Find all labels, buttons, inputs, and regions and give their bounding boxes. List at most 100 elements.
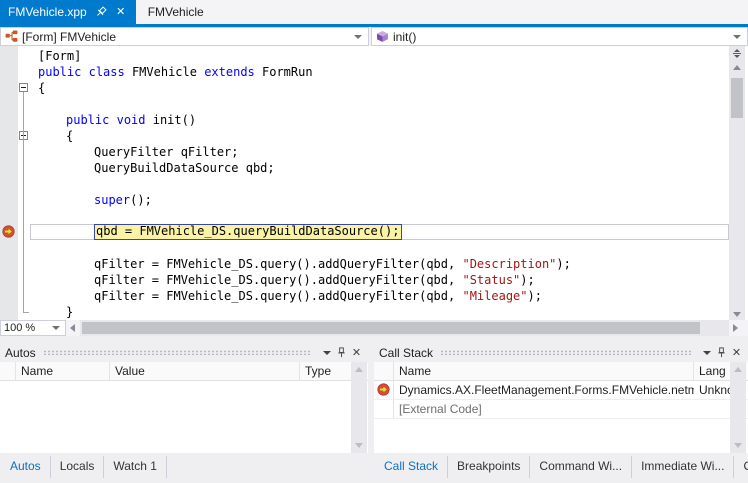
code-line[interactable]: {: [30, 80, 729, 96]
code-line[interactable]: [30, 208, 729, 224]
code-line[interactable]: super();: [30, 192, 729, 208]
code-line[interactable]: qFilter = FMVehicle_DS.query().addQueryF…: [30, 288, 729, 304]
close-icon[interactable]: ✕: [349, 345, 364, 360]
autos-column-name[interactable]: Name: [16, 362, 110, 380]
editor-vertical-scrollbar[interactable]: [729, 60, 745, 320]
doc-tab-fmvehicle-xpp[interactable]: FMVehicle.xpp ✕: [0, 0, 136, 24]
right-tool-tab-strip: Call StackBreakpointsCommand Wi...Immedi…: [374, 456, 748, 478]
code-line[interactable]: QueryBuildDataSource qbd;: [30, 160, 729, 176]
callstack-panel: Call Stack ✕ Name Lang: [374, 343, 748, 453]
tool-tab-call-stack[interactable]: Call Stack: [374, 456, 448, 478]
scroll-down-icon[interactable]: [355, 443, 363, 448]
pin-icon[interactable]: [714, 345, 729, 360]
code-line[interactable]: [30, 96, 729, 112]
autos-column-type[interactable]: Type: [300, 362, 351, 380]
chevron-down-icon[interactable]: [733, 35, 741, 39]
tool-tab-command-wi[interactable]: Command Wi...: [530, 456, 632, 478]
callstack-row-current[interactable]: Dynamics.AX.FleetManagement.Forms.FMVehi…: [374, 381, 748, 400]
autos-scrollbar[interactable]: [351, 362, 367, 453]
autos-icon-column: [0, 362, 16, 380]
horizontal-scroll-thumb[interactable]: [82, 322, 700, 334]
callstack-row-external[interactable]: [External Code]: [374, 400, 748, 419]
scroll-left-icon[interactable]: [70, 324, 75, 332]
close-icon[interactable]: ✕: [729, 345, 744, 360]
window-menu-icon[interactable]: [699, 345, 714, 360]
pin-icon[interactable]: [95, 6, 108, 19]
code-line[interactable]: QueryFilter qFilter;: [30, 144, 729, 160]
code-line[interactable]: [30, 176, 729, 192]
code-token: extends: [204, 65, 255, 79]
form-icon: [5, 30, 18, 43]
frame-language: Unkno: [694, 381, 730, 399]
code-line[interactable]: qFilter = FMVehicle_DS.query().addQueryF…: [30, 256, 729, 272]
close-icon[interactable]: ✕: [114, 7, 128, 18]
scroll-down-icon[interactable]: [734, 443, 742, 448]
autos-column-value[interactable]: Value: [110, 362, 300, 380]
panel-title: Autos: [5, 346, 36, 360]
doc-tab-fmvehicle[interactable]: FMVehicle: [136, 0, 216, 24]
code-token: FormRun: [255, 65, 313, 79]
type-selector-value: [Form] FMVehicle: [18, 30, 354, 44]
code-token: public: [38, 65, 81, 79]
callstack-title-bar[interactable]: Call Stack ✕: [374, 343, 748, 362]
callstack-grid-header: Name Lang: [374, 362, 748, 381]
code-token: QueryBuildDataSource qbd;: [94, 161, 275, 175]
code-line[interactable]: [Form]: [30, 48, 729, 64]
autos-title-bar[interactable]: Autos ✕: [0, 343, 368, 362]
code-token: "Mileage": [462, 289, 527, 303]
code-line[interactable]: {: [30, 128, 729, 144]
code-token: );: [528, 289, 542, 303]
code-token: QueryFilter qFilter;: [94, 145, 239, 159]
breakpoint-margin[interactable]: [0, 46, 18, 320]
code-line[interactable]: public void init(): [30, 112, 729, 128]
vertical-scroll-thumb[interactable]: [731, 78, 743, 118]
document-tab-strip: FMVehicle.xpp ✕ FMVehicle: [0, 0, 748, 24]
code-token: "Status": [462, 273, 520, 287]
code-token: void: [117, 113, 146, 127]
tool-tab-output[interactable]: Output: [734, 456, 748, 478]
code-area[interactable]: [Form]public class FMVehicle extends For…: [30, 48, 729, 320]
chevron-down-icon[interactable]: [52, 326, 60, 330]
scroll-up-icon[interactable]: [734, 367, 742, 372]
code-line[interactable]: qFilter = FMVehicle_DS.query().addQueryF…: [30, 272, 729, 288]
tool-tab-watch-1[interactable]: Watch 1: [104, 456, 167, 478]
member-selector-value: init(): [389, 30, 733, 44]
tool-tab-breakpoints[interactable]: Breakpoints: [448, 456, 530, 478]
code-token: public: [66, 113, 109, 127]
frame-name: Dynamics.AX.FleetManagement.Forms.FMVehi…: [394, 381, 694, 399]
title-grip: [440, 350, 692, 355]
outlining-margin[interactable]: [18, 46, 30, 320]
callstack-icon-column: [374, 362, 394, 380]
scroll-right-icon[interactable]: [733, 324, 738, 332]
callstack-scrollbar[interactable]: [730, 362, 746, 453]
code-line[interactable]: }: [30, 304, 729, 320]
autos-panel: Autos ✕ Name Value Type: [0, 343, 368, 453]
panel-title: Call Stack: [379, 346, 433, 360]
chevron-down-icon[interactable]: [354, 35, 362, 39]
scroll-up-icon[interactable]: [355, 367, 363, 372]
code-editor[interactable]: [Form]public class FMVehicle extends For…: [0, 46, 748, 320]
collapse-region-icon[interactable]: [19, 83, 28, 92]
code-line-current-statement[interactable]: qbd = FMVehicle_DS.queryBuildDataSource(…: [30, 224, 729, 240]
code-line[interactable]: [30, 240, 729, 256]
editor-splitter-button[interactable]: [729, 46, 745, 60]
tool-tab-immediate-wi[interactable]: Immediate Wi...: [632, 456, 734, 478]
callstack-column-name[interactable]: Name: [394, 362, 694, 380]
member-selector-combo[interactable]: init(): [371, 27, 748, 46]
code-token: );: [520, 273, 534, 287]
window-menu-icon[interactable]: [319, 345, 334, 360]
zoom-level-control[interactable]: 100 %: [0, 320, 66, 336]
method-icon: [376, 30, 389, 43]
scroll-up-icon[interactable]: [733, 65, 741, 70]
callstack-column-lang[interactable]: Lang: [694, 362, 730, 380]
pin-icon[interactable]: [334, 345, 349, 360]
tool-tab-autos[interactable]: Autos: [0, 456, 51, 478]
split-bar-icon: [733, 53, 741, 54]
editor-horizontal-scrollbar[interactable]: [80, 320, 729, 336]
tool-tab-locals[interactable]: Locals: [51, 456, 105, 478]
code-line[interactable]: public class FMVehicle extends FormRun: [30, 64, 729, 80]
breakpoint-current-line-icon[interactable]: [2, 225, 15, 238]
type-selector-combo[interactable]: [Form] FMVehicle: [0, 27, 369, 46]
scroll-down-icon[interactable]: [733, 312, 741, 317]
code-token: qbd = FMVehicle_DS.queryBuildDataSource(…: [96, 224, 399, 238]
